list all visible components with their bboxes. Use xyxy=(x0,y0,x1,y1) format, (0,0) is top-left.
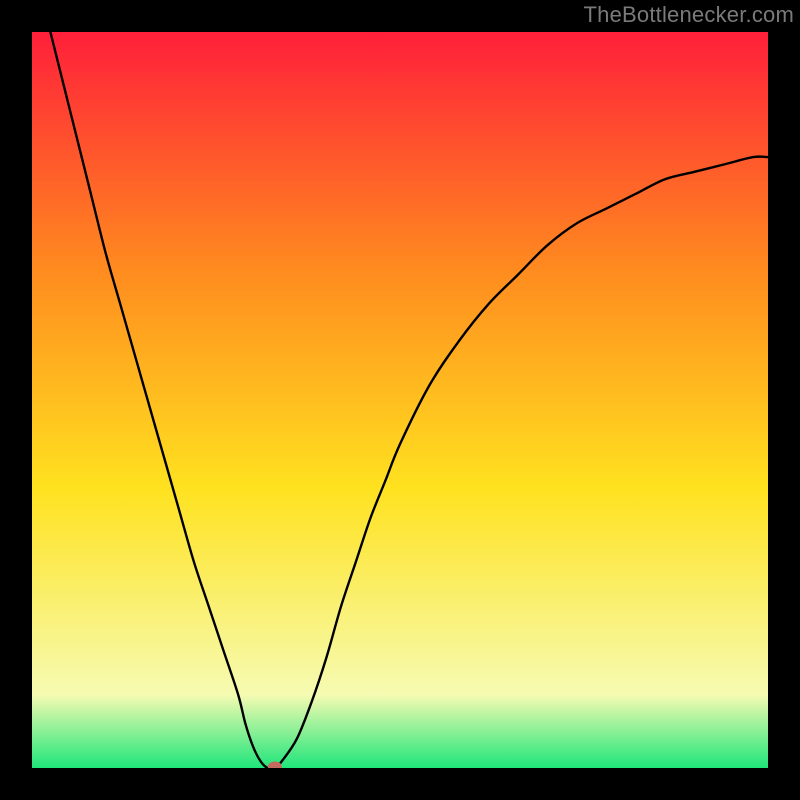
attribution-text: TheBottlenecker.com xyxy=(584,2,794,28)
bottleneck-chart-svg xyxy=(32,32,768,768)
plot-area xyxy=(32,32,768,768)
gradient-background xyxy=(32,32,768,768)
chart-frame: TheBottlenecker.com xyxy=(0,0,800,800)
